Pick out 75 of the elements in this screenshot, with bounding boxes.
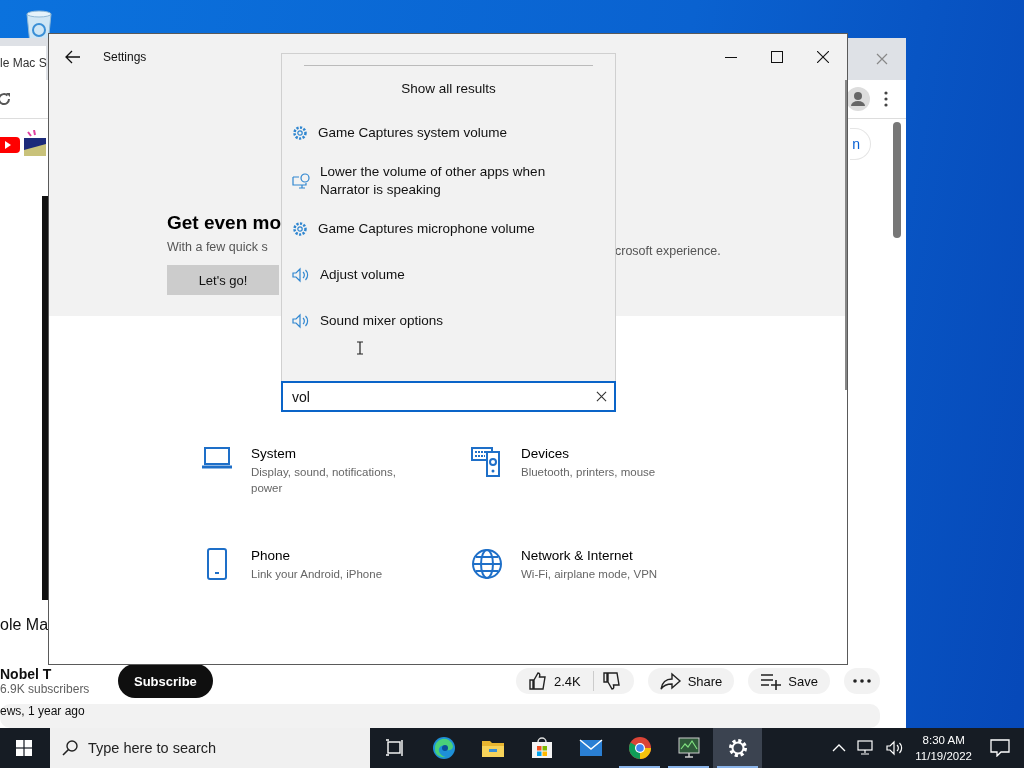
more-icon <box>853 679 871 683</box>
taskbar-search-field[interactable]: Type here to search <box>50 728 370 768</box>
window-title: Settings <box>103 50 147 64</box>
subscribe-button[interactable]: Subscribe <box>118 664 213 698</box>
speaker-icon <box>292 313 310 329</box>
search-result[interactable]: Game Captures system volume <box>282 110 615 156</box>
add-to-list-icon <box>760 671 783 691</box>
back-arrow-icon[interactable] <box>65 50 81 64</box>
video-logo-icon[interactable] <box>0 135 20 155</box>
mail-icon <box>578 739 603 757</box>
chrome-icon <box>627 736 652 760</box>
category-title: Phone <box>251 548 292 563</box>
speaker-icon <box>292 267 310 283</box>
share-arrow-icon <box>659 671 682 691</box>
browser-swirl-icon <box>431 736 456 760</box>
search-result[interactable]: Game Captures microphone volume <box>282 206 615 252</box>
save-button[interactable]: Save <box>748 668 830 694</box>
share-button[interactable]: Share <box>647 668 735 694</box>
search-result[interactable]: Adjust volume <box>282 252 615 298</box>
search-result[interactable]: Lower the volume of other apps when Narrator is speaking <box>282 156 615 206</box>
shopping-bag-icon <box>530 737 553 759</box>
menu-icon[interactable] <box>884 91 888 107</box>
show-all-results-link[interactable]: Show all results <box>282 81 615 96</box>
category-description: Link your Android, iPhone <box>251 567 384 582</box>
volume-icon[interactable] <box>886 740 905 756</box>
settings-category[interactable]: Phone Link your Android, iPhone <box>201 548 471 582</box>
close-icon[interactable] <box>817 51 829 63</box>
maximize-icon[interactable] <box>771 51 783 63</box>
more-button[interactable] <box>844 668 880 694</box>
banner-heading: Get even mo <box>167 212 281 235</box>
video-meta: ews, 1 year ago <box>0 704 85 718</box>
channel-name[interactable]: Nobel T <box>0 666 104 682</box>
scrollbar[interactable] <box>893 122 901 238</box>
text-cursor-icon <box>356 341 364 355</box>
windows-logo-icon <box>16 740 32 756</box>
search-icon <box>62 740 78 756</box>
search-field[interactable]: vol <box>281 381 616 412</box>
keyboard-speaker-icon <box>471 446 503 478</box>
folder-icon <box>480 738 505 758</box>
task-view-icon <box>384 739 405 757</box>
search-result[interactable]: Sound mixer options <box>282 298 615 344</box>
settings-category[interactable]: System Display, sound, notifications, power <box>201 446 471 496</box>
gear-icon <box>292 125 308 141</box>
globe-icon <box>471 548 503 580</box>
scrollbar[interactable] <box>845 80 847 390</box>
category-title: Network & Internet <box>521 548 634 563</box>
avatar-icon[interactable] <box>846 87 870 111</box>
banner-text: With a few quick s <box>167 240 269 254</box>
monitor-chart-icon <box>676 737 701 759</box>
settings-icon <box>726 737 749 759</box>
category-description: Wi-Fi, airplane mode, VPN <box>521 567 659 582</box>
browser-tab[interactable]: le Mac S <box>0 46 46 80</box>
laptop-icon <box>201 446 233 470</box>
settings-category[interactable]: Network & Internet Wi-Fi, airplane mode, VPN <box>471 548 741 582</box>
chevron-up-icon[interactable] <box>832 744 847 752</box>
settings-category[interactable]: Devices Bluetooth, printers, mouse <box>471 446 741 496</box>
category-title: System <box>251 446 297 461</box>
thumbs-up-icon <box>527 671 548 691</box>
category-description: Bluetooth, printers, mouse <box>521 465 657 480</box>
phone-icon <box>207 548 227 580</box>
gear-icon <box>292 221 308 237</box>
thumbs-down-icon[interactable] <box>592 671 622 691</box>
category-title: Devices <box>521 446 570 461</box>
notifications-icon[interactable] <box>990 739 1010 757</box>
lets-go-button[interactable]: Let's go! <box>167 265 279 295</box>
banner-text: crosoft experience. <box>615 244 722 258</box>
taskbar-app[interactable] <box>713 728 762 768</box>
subscriber-count: 6.9K subscribers <box>0 682 91 696</box>
clear-icon[interactable] <box>596 391 607 402</box>
category-description: Display, sound, notifications, power <box>251 465 397 496</box>
refresh-icon[interactable] <box>0 91 12 107</box>
like-button[interactable]: 2.4K <box>515 668 593 694</box>
monitor-speech-icon <box>292 173 310 189</box>
clock[interactable]: 8:30 AM 11/19/2022 <box>915 732 972 764</box>
video-title: ole Ma <box>0 616 50 635</box>
